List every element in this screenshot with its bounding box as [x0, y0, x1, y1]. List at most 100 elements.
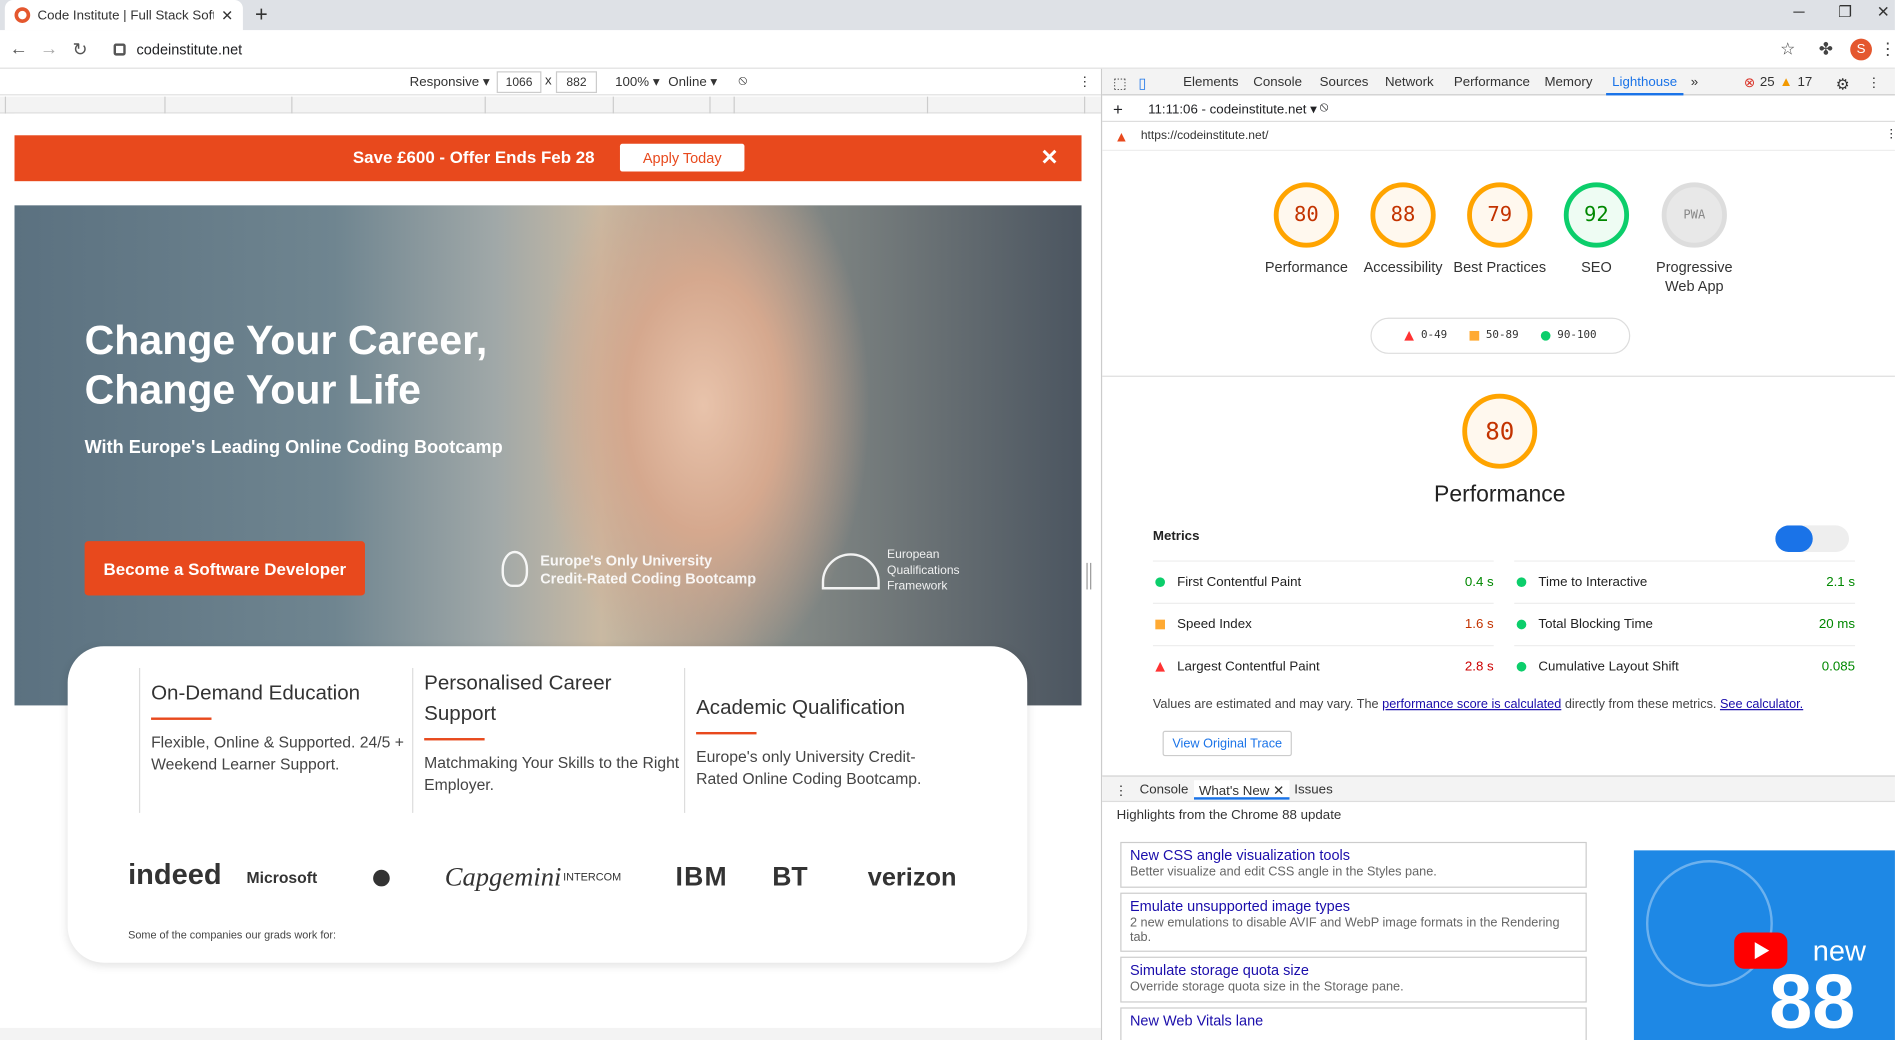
devtools-tabs: ⬚ ▯ Elements Console Sources Network Per… [1102, 68, 1895, 96]
rotate-icon[interactable]: ⦸ [738, 74, 747, 90]
tab-console[interactable]: Console [1253, 75, 1302, 89]
banner-text: Save £600 - Offer Ends Feb 28 [352, 147, 595, 167]
tab-elements[interactable]: Elements [1183, 75, 1238, 89]
pwa-badge-icon[interactable]: PWA [1661, 182, 1727, 248]
metric-row: Time to Interactive 2.1 s [1514, 560, 1856, 601]
tab-strip: Code Institute | Full Stack Softwa ✕ + ─… [0, 0, 1895, 31]
devtools-menu-icon[interactable]: ⋮ [1867, 75, 1880, 90]
devtools-panel: ⬚ ▯ Elements Console Sources Network Per… [1100, 68, 1895, 1040]
verizon-logo: verizon [867, 863, 957, 892]
view-original-trace-button[interactable]: View Original Trace [1162, 730, 1292, 757]
avatar[interactable]: S [1850, 38, 1872, 61]
new-report-icon[interactable]: + [1113, 99, 1123, 118]
clear-icon[interactable]: ⦸ [1320, 100, 1329, 116]
score-gauge-performance[interactable]: 80 [1273, 182, 1340, 248]
zoom-select[interactable]: 100% ▾ [615, 74, 659, 89]
intercom-logo: INTERCOM [563, 870, 622, 883]
back-icon[interactable]: ← [10, 39, 28, 60]
score-gauge-seo[interactable]: 92 [1563, 182, 1630, 248]
score-gauge-best-practices[interactable]: 79 [1467, 182, 1533, 248]
whats-new-item[interactable]: New Web Vitals lane [1120, 1007, 1587, 1040]
close-tab-icon[interactable]: ✕ [221, 7, 233, 24]
performance-title: Performance [1434, 481, 1566, 508]
viewport-resize-handle[interactable] [1086, 562, 1092, 590]
extensions-icon[interactable]: ✤ [1819, 39, 1833, 60]
hero-section: Change Your Career, Change Your Life With… [14, 205, 1082, 706]
metric-row: First Contentful Paint 0.4 s [1152, 560, 1494, 601]
width-input[interactable]: 1066 [496, 71, 542, 94]
feature-column: On-Demand Education Flexible, Online & S… [138, 667, 405, 813]
close-window-icon[interactable]: ✕ [1877, 2, 1890, 21]
tab-memory[interactable]: Memory [1544, 75, 1592, 89]
maximize-icon[interactable]: ❐ [1838, 2, 1852, 21]
settings-gear-icon[interactable]: ⚙ [1836, 75, 1850, 94]
metric-row: Largest Contentful Paint 2.8 s [1152, 645, 1494, 686]
badge-check-icon [501, 550, 529, 588]
warning-icon: ▲ [1779, 74, 1793, 90]
bt-logo: BT [772, 861, 808, 892]
whats-new-item[interactable]: Simulate storage quota size Override stor… [1120, 956, 1587, 1003]
chrome-88-video[interactable]: new 88 [1633, 850, 1895, 1040]
become-developer-button[interactable]: Become a Software Developer [84, 541, 365, 596]
score-gauge-accessibility[interactable]: 88 [1370, 182, 1436, 248]
metrics-heading: Metrics [1152, 529, 1200, 544]
drawer-tab-whats-new[interactable]: What's New ✕ [1193, 780, 1290, 800]
feature-column: Personalised Career Support Matchmaking … [412, 667, 683, 813]
whats-new-item[interactable]: Emulate unsupported image types 2 new emu… [1120, 892, 1587, 952]
metrics-view-toggle[interactable] [1775, 525, 1850, 553]
browser-tab[interactable]: Code Institute | Full Stack Softwa ✕ [4, 0, 243, 31]
metric-row: Speed Index 1.6 s [1152, 602, 1494, 644]
drawer-tab-console[interactable]: Console [1140, 783, 1189, 797]
fail-triangle-icon [1155, 661, 1165, 671]
menu-icon[interactable]: ⋮ [1879, 39, 1895, 60]
height-input[interactable]: 882 [555, 71, 597, 94]
device-mode-select[interactable]: Responsive ▾ [410, 74, 490, 89]
lock-icon [113, 43, 126, 56]
eqf-badge: European Qualifications Framework [887, 548, 960, 594]
page-viewport: Save £600 - Offer Ends Feb 28 Apply Toda… [14, 113, 1082, 1028]
pass-circle-icon [1516, 576, 1527, 587]
close-icon[interactable]: ✕ [1041, 145, 1059, 170]
more-tabs-icon[interactable]: » [1691, 75, 1698, 89]
see-calculator-link[interactable]: See calculator. [1720, 697, 1803, 711]
capgemini-logo: Capgemini [444, 861, 562, 892]
lighthouse-icon: ▲ [1114, 128, 1129, 145]
apply-today-button[interactable]: Apply Today [619, 143, 745, 172]
score-label: SEO [1581, 258, 1612, 276]
score-calculated-link[interactable]: performance score is calculated [1382, 697, 1561, 711]
viewport-bottom-handle[interactable] [0, 1027, 1101, 1040]
issue-counters[interactable]: ⊗ 25 ▲ 17 [1744, 74, 1812, 91]
pass-circle-icon [1155, 576, 1165, 587]
hero-title: Change Your Career, Change Your Life [84, 317, 488, 414]
bookmark-star-icon[interactable]: ☆ [1780, 39, 1795, 60]
address-bar[interactable]: codeinstitute.net [104, 35, 1810, 64]
device-toggle-icon[interactable]: ▯ [1138, 75, 1146, 92]
forward-icon[interactable]: → [40, 39, 58, 60]
drawer-menu-icon[interactable]: ⋮ [1114, 783, 1127, 798]
pass-circle-icon [1540, 330, 1551, 341]
tab-performance[interactable]: Performance [1454, 75, 1530, 89]
new-tab-icon[interactable]: + [255, 2, 268, 27]
reload-icon[interactable]: ↻ [73, 39, 88, 61]
devtools-drawer: ⋮ Console What's New ✕ Issues Highlights… [1102, 775, 1895, 1040]
tab-sources[interactable]: Sources [1320, 75, 1369, 89]
tab-lighthouse[interactable]: Lighthouse [1612, 75, 1677, 89]
drawer-tabs: ⋮ Console What's New ✕ Issues [1102, 776, 1895, 803]
feature-title: Academic Qualification [696, 695, 906, 719]
average-square-icon [1468, 330, 1479, 341]
media-query-ruler[interactable] [0, 96, 1101, 114]
network-select[interactable]: Online ▾ [668, 74, 717, 89]
error-icon: ⊗ [1743, 75, 1756, 90]
feature-text: Flexible, Online & Supported. 24/5 + Wee… [151, 733, 404, 774]
minimize-icon[interactable]: ─ [1793, 2, 1804, 20]
device-menu-icon[interactable]: ⋮ [1078, 74, 1091, 89]
inspect-icon[interactable]: ⬚ [1113, 75, 1127, 92]
metrics-note: Values are estimated and may vary. The p… [1152, 696, 1804, 712]
tab-network[interactable]: Network [1385, 75, 1434, 89]
report-url[interactable]: https://codeinstitute.net/ [1141, 129, 1269, 142]
ibm-logo: IBM [675, 861, 728, 892]
whats-new-item[interactable]: New CSS angle visualization tools Better … [1120, 841, 1587, 888]
report-selector[interactable]: 11:11:06 - codeinstitute.net ▾ [1148, 101, 1317, 117]
report-menu-icon[interactable]: ⋮ [1885, 128, 1895, 141]
drawer-tab-issues[interactable]: Issues [1294, 783, 1332, 797]
